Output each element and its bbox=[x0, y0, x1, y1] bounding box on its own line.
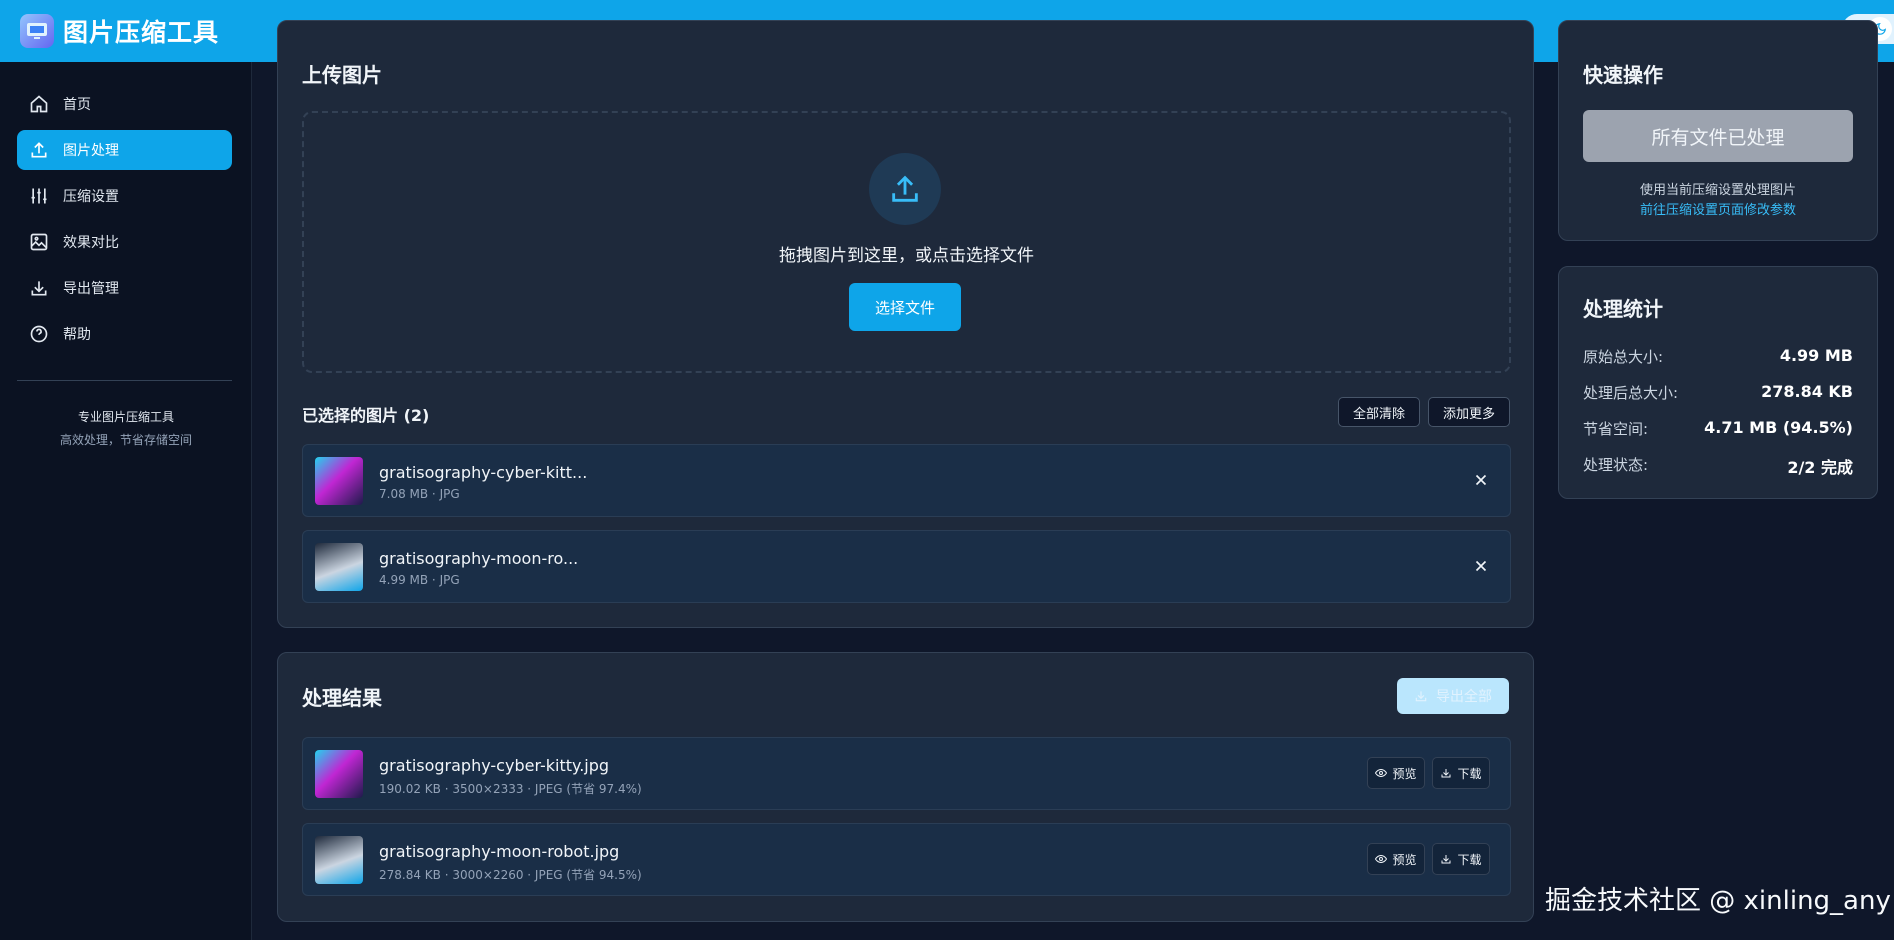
stats-card: 处理统计 原始总大小: 4.99 MB 处理后总大小: 278.84 KB 节省… bbox=[1558, 266, 1878, 499]
sidebar-item-compare[interactable]: 效果对比 bbox=[17, 222, 232, 262]
download-button[interactable]: 下载 bbox=[1432, 757, 1490, 789]
stat-label: 处理后总大小: bbox=[1583, 384, 1679, 402]
sidebar-item-home[interactable]: 首页 bbox=[17, 84, 232, 124]
download-icon bbox=[1415, 691, 1427, 702]
thumbnail-image bbox=[315, 457, 363, 505]
sidebar-divider bbox=[17, 380, 232, 381]
stat-value: 2/2 完成 bbox=[1787, 458, 1853, 477]
close-icon[interactable] bbox=[1472, 471, 1490, 489]
drop-zone[interactable]: 拖拽图片到这里，或点击选择文件 选择文件 bbox=[302, 111, 1511, 373]
stat-row-saved: 节省空间: 4.71 MB (94.5%) bbox=[1583, 418, 1853, 439]
stat-value: 278.84 KB bbox=[1761, 382, 1853, 401]
export-all-button[interactable]: 导出全部 bbox=[1397, 678, 1509, 714]
eye-icon bbox=[1375, 768, 1388, 778]
sidebar-footer-title: 专业图片压缩工具 bbox=[77, 410, 174, 424]
sidebar-item-compression-settings[interactable]: 压缩设置 bbox=[17, 176, 232, 216]
app-logo-icon bbox=[20, 14, 54, 48]
help-circle-icon bbox=[30, 325, 48, 343]
preview-button[interactable]: 预览 bbox=[1367, 757, 1425, 789]
stat-value: 4.99 MB bbox=[1779, 346, 1853, 365]
file-name: gratisography-moon-ro... bbox=[379, 549, 579, 568]
add-more-button[interactable]: 添加更多 bbox=[1428, 397, 1510, 427]
preview-button[interactable]: 预览 bbox=[1367, 843, 1425, 875]
selected-heading: 已选择的图片 (2) bbox=[302, 406, 430, 425]
quick-hint: 使用当前压缩设置处理图片 bbox=[1639, 183, 1796, 198]
sidebar-item-image-processing[interactable]: 图片处理 bbox=[17, 130, 232, 170]
sidebar-item-label: 首页 bbox=[63, 97, 91, 113]
sliders-icon bbox=[31, 188, 47, 204]
list-item: gratisography-cyber-kitt... 7.08 MB · JP… bbox=[302, 444, 1511, 517]
watermark-text: 掘金技术社区 @ xinling_any bbox=[1545, 886, 1891, 916]
thumbnail-image bbox=[315, 543, 363, 591]
results-card: 处理结果 导出全部 gratisography-cyber-kitty.jpg … bbox=[277, 652, 1534, 922]
stat-row-status: 处理状态: 2/2 完成 bbox=[1583, 454, 1853, 478]
app-title: 图片压缩工具 bbox=[63, 18, 220, 47]
quick-actions-card: 快速操作 所有文件已处理 使用当前压缩设置处理图片 前往压缩设置页面修改参数 bbox=[1558, 20, 1878, 241]
sidebar-footer: 专业图片压缩工具 高效处理，节省存储空间 bbox=[0, 408, 252, 448]
stat-row-processed: 处理后总大小: 278.84 KB bbox=[1583, 382, 1853, 403]
upload-card: 上传图片 拖拽图片到这里，或点击选择文件 选择文件 已选择的图片 (2) 全部清… bbox=[277, 20, 1534, 628]
sidebar-item-help[interactable]: 帮助 bbox=[17, 314, 232, 354]
upload-circle-icon bbox=[869, 153, 941, 225]
stat-label: 节省空间: bbox=[1583, 420, 1649, 438]
stat-label: 处理状态: bbox=[1583, 456, 1649, 474]
stat-label: 原始总大小: bbox=[1583, 348, 1664, 366]
download-icon bbox=[1441, 769, 1451, 778]
download-icon bbox=[31, 281, 47, 296]
download-icon bbox=[1441, 855, 1451, 864]
stats-title: 处理统计 bbox=[1583, 297, 1663, 321]
preview-label: 预览 bbox=[1392, 852, 1417, 867]
home-icon bbox=[30, 95, 48, 113]
image-compare-icon bbox=[30, 233, 48, 251]
download-label: 下载 bbox=[1457, 766, 1482, 781]
file-meta: 7.08 MB · JPG bbox=[379, 487, 460, 501]
results-title: 处理结果 bbox=[302, 686, 382, 710]
thumbnail-image bbox=[315, 750, 363, 798]
file-meta: 190.02 KB · 3500×2333 · JPEG (节省 97.4%) bbox=[379, 782, 642, 796]
preview-label: 预览 bbox=[1392, 766, 1417, 781]
sidebar-item-export[interactable]: 导出管理 bbox=[17, 268, 232, 308]
thumbnail-image bbox=[315, 836, 363, 884]
table-row: gratisography-moon-robot.jpg 278.84 KB ·… bbox=[302, 823, 1511, 896]
process-all-button[interactable]: 所有文件已处理 bbox=[1583, 110, 1853, 162]
file-name: gratisography-moon-robot.jpg bbox=[379, 842, 620, 861]
sidebar-item-label: 压缩设置 bbox=[63, 189, 119, 205]
sidebar-item-label: 帮助 bbox=[63, 327, 91, 343]
choose-file-button[interactable]: 选择文件 bbox=[849, 283, 961, 331]
sidebar-item-label: 图片处理 bbox=[63, 143, 119, 159]
sidebar-item-label: 导出管理 bbox=[63, 281, 119, 297]
file-name: gratisography-cyber-kitty.jpg bbox=[379, 756, 610, 775]
download-button[interactable]: 下载 bbox=[1432, 843, 1490, 875]
settings-link[interactable]: 前往压缩设置页面修改参数 bbox=[1559, 199, 1877, 218]
sidebar-item-label: 效果对比 bbox=[63, 235, 119, 251]
file-name: gratisography-cyber-kitt... bbox=[379, 463, 588, 482]
drop-zone-text: 拖拽图片到这里，或点击选择文件 bbox=[779, 246, 1034, 266]
sidebar: 首页 图片处理 压缩设置 效果对比 导出管理 帮助 专业图片压缩工具 高效处理，… bbox=[0, 62, 252, 940]
upload-title: 上传图片 bbox=[302, 63, 382, 87]
eye-icon bbox=[1375, 854, 1388, 864]
sidebar-nav: 首页 图片处理 压缩设置 效果对比 导出管理 帮助 bbox=[0, 62, 251, 354]
stat-value: 4.71 MB (94.5%) bbox=[1704, 418, 1853, 437]
quick-actions-title: 快速操作 bbox=[1583, 63, 1663, 87]
stat-row-original: 原始总大小: 4.99 MB bbox=[1583, 346, 1853, 367]
list-item: gratisography-moon-ro... 4.99 MB · JPG bbox=[302, 530, 1511, 603]
upload-icon bbox=[31, 142, 47, 158]
file-meta: 278.84 KB · 3000×2260 · JPEG (节省 94.5%) bbox=[379, 868, 642, 882]
sidebar-footer-subtitle: 高效处理，节省存储空间 bbox=[59, 433, 192, 447]
download-label: 下载 bbox=[1457, 852, 1482, 867]
export-all-label: 导出全部 bbox=[1436, 689, 1492, 705]
clear-all-button[interactable]: 全部清除 bbox=[1338, 397, 1420, 427]
file-meta: 4.99 MB · JPG bbox=[379, 573, 460, 587]
close-icon[interactable] bbox=[1472, 557, 1490, 575]
table-row: gratisography-cyber-kitty.jpg 190.02 KB … bbox=[302, 737, 1511, 810]
